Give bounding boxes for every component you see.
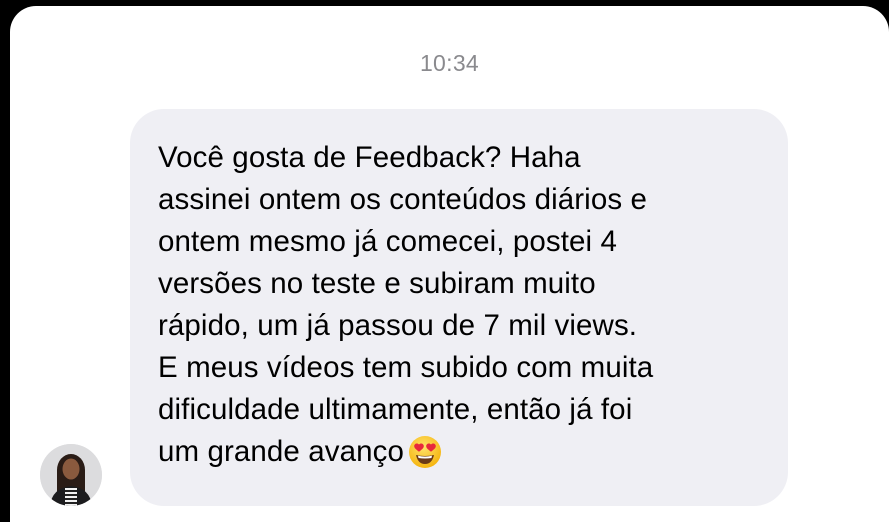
heart-eyes-emoji-icon [408,435,442,481]
sender-avatar[interactable] [40,444,102,506]
message-body: Você gosta de Feedback? Haha assinei ont… [158,141,654,468]
message-bubble[interactable]: Você gosta de Feedback? Haha assinei ont… [130,109,788,506]
message-text: Você gosta de Feedback? Haha assinei ont… [158,137,768,481]
avatar-photo-icon [40,444,102,506]
chat-panel: 10:34 Você gosta de Feedback? Haha assin… [10,6,889,522]
screen-background: 10:34 Você gosta de Feedback? Haha assin… [0,0,889,522]
message-timestamp: 10:34 [419,50,480,76]
